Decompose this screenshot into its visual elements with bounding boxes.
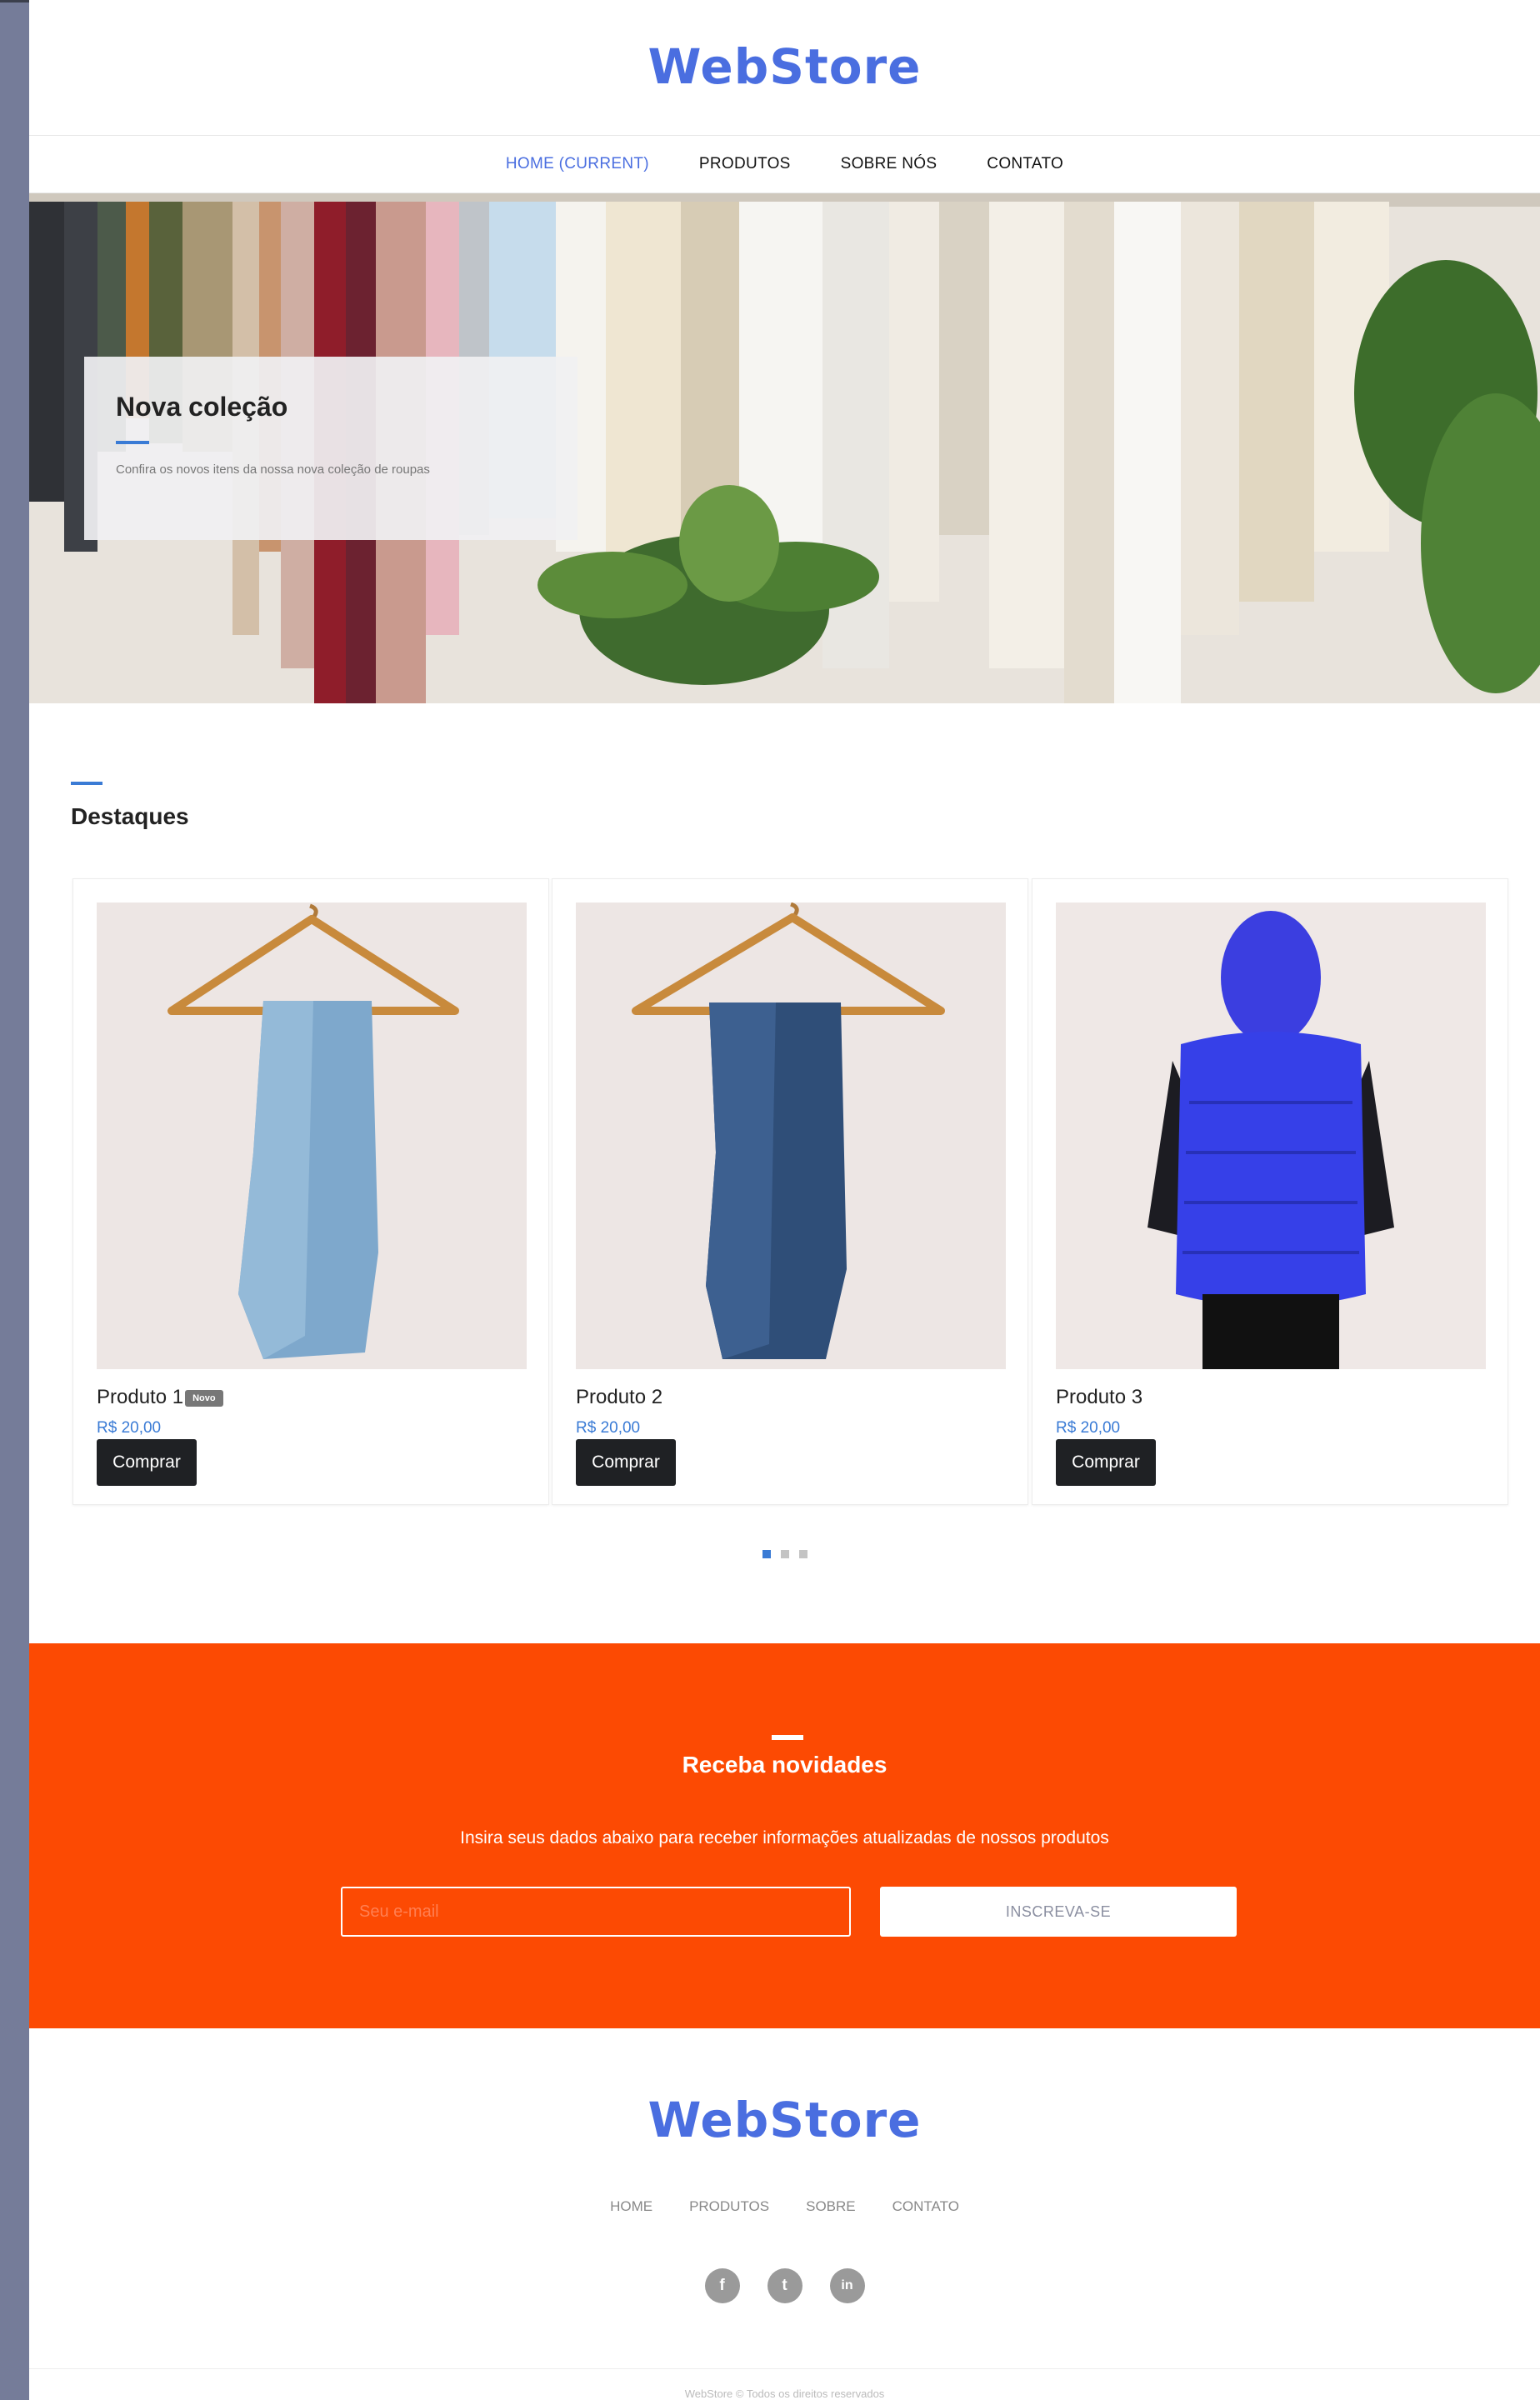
product-image-jeans-dark[interactable] xyxy=(576,902,1006,1369)
twitter-icon[interactable]: t xyxy=(767,2268,802,2303)
featured-title: Destaques xyxy=(71,803,189,829)
footer-divider xyxy=(29,2368,1540,2369)
product-name: Produto 2 xyxy=(576,1386,663,1408)
hero-accent-bar xyxy=(116,441,149,444)
product-price: R$ 20,00 xyxy=(1056,1419,1121,1437)
linkedin-icon[interactable]: in xyxy=(829,2268,865,2303)
carousel-dot-2[interactable] xyxy=(780,1550,789,1558)
facebook-icon[interactable]: f xyxy=(704,2268,740,2303)
product-image-jeans-light[interactable] xyxy=(97,902,527,1369)
hero-subtitle: Confira os novos itens da nossa nova col… xyxy=(116,462,430,477)
product-name: Produto 3 xyxy=(1056,1386,1143,1408)
nav-item-home[interactable]: HOME (CURRENT) xyxy=(481,155,674,173)
footer-link-produtos[interactable]: PRODUTOS xyxy=(671,2198,788,2215)
header-logo[interactable]: WebStore xyxy=(29,38,1540,95)
footer-logo[interactable]: WebStore xyxy=(29,2092,1540,2148)
left-window-edge xyxy=(0,0,29,2400)
newsletter-accent-bar xyxy=(772,1735,803,1740)
product-card[interactable]: Produto 1 Novo R$ 20,00 Comprar xyxy=(72,878,549,1505)
social-links: f t in xyxy=(29,2268,1540,2303)
nav-item-contato[interactable]: CONTATO xyxy=(962,155,1088,173)
carousel-dot-1[interactable] xyxy=(762,1550,771,1558)
buy-button[interactable]: Comprar xyxy=(1056,1439,1156,1486)
product-name: Produto 1 Novo xyxy=(97,1386,223,1409)
product-price: R$ 20,00 xyxy=(576,1419,641,1437)
main-nav: HOME (CURRENT) PRODUTOS SOBRE NÓS CONTAT… xyxy=(29,135,1540,193)
newsletter-title: Receba novidades xyxy=(682,1752,888,1778)
product-card[interactable]: Produto 3 R$ 20,00 Comprar xyxy=(1032,878,1508,1505)
nav-item-produtos[interactable]: PRODUTOS xyxy=(674,155,816,173)
product-price: R$ 20,00 xyxy=(97,1419,162,1437)
new-badge: Novo xyxy=(185,1389,223,1407)
copyright-text: WebStore © Todos os direitos reservados xyxy=(684,2388,885,2400)
page: WebStore HOME (CURRENT) PRODUTOS SOBRE N… xyxy=(29,0,1540,2400)
carousel-dots xyxy=(29,1550,1540,1558)
product-image-blue-vest[interactable] xyxy=(1056,902,1486,1369)
email-input[interactable] xyxy=(341,1887,851,1937)
footer-link-sobre[interactable]: SOBRE xyxy=(788,2198,874,2215)
hero-caption-box: Nova coleção Confira os novos itens da n… xyxy=(84,357,578,540)
newsletter-section: Receba novidades Insira seus dados abaix… xyxy=(29,1643,1540,2028)
footer-nav: HOME PRODUTOS SOBRE CONTATO xyxy=(29,2198,1540,2215)
footer-link-contato[interactable]: CONTATO xyxy=(874,2198,978,2215)
featured-accent-bar xyxy=(71,782,102,785)
buy-button[interactable]: Comprar xyxy=(576,1439,676,1486)
footer-link-home[interactable]: HOME xyxy=(592,2198,671,2215)
product-name-text: Produto 1 xyxy=(97,1386,184,1408)
hero-title: Nova coleção xyxy=(116,392,288,422)
product-card[interactable]: Produto 2 R$ 20,00 Comprar xyxy=(552,878,1028,1505)
carousel-dot-3[interactable] xyxy=(798,1550,808,1558)
hero-banner: Nova coleção Confira os novos itens da n… xyxy=(29,193,1540,703)
newsletter-text: Insira seus dados abaixo para receber in… xyxy=(460,1828,1109,1848)
nav-item-sobre-nos[interactable]: SOBRE NÓS xyxy=(816,155,962,173)
buy-button[interactable]: Comprar xyxy=(97,1439,197,1486)
subscribe-button[interactable]: INSCREVA-SE xyxy=(880,1887,1237,1937)
